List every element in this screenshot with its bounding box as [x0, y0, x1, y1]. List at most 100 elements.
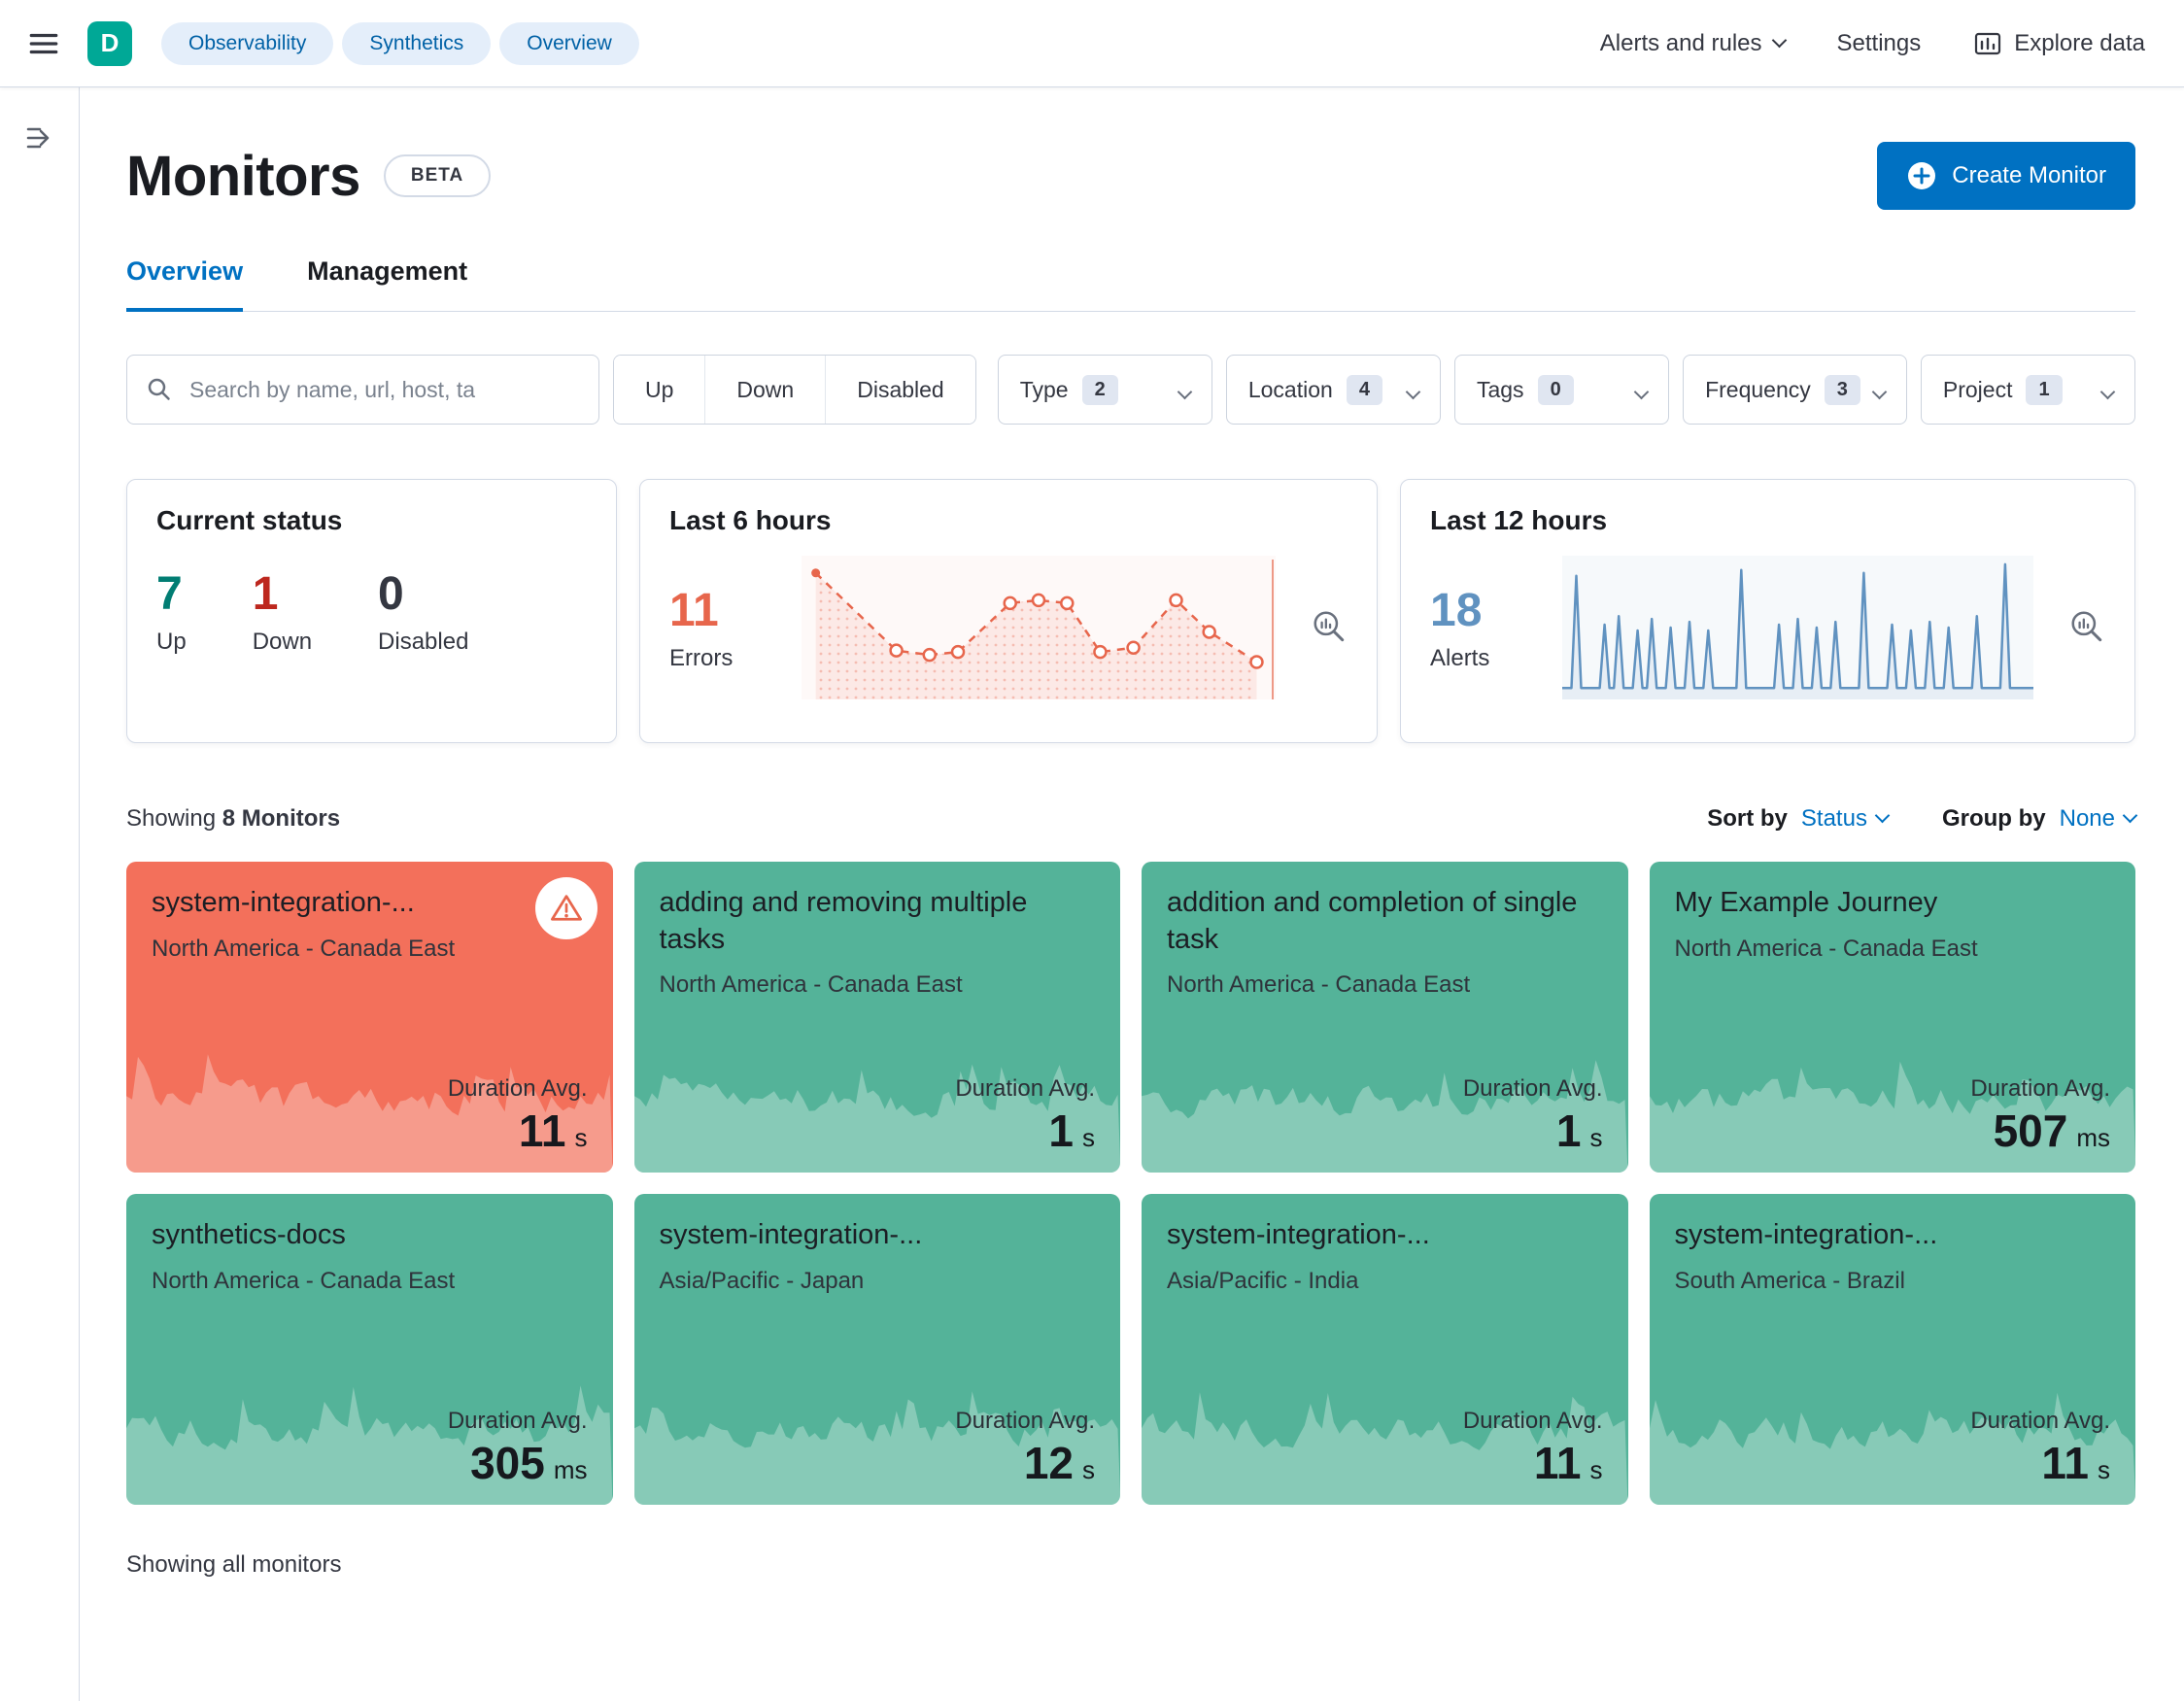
- chevron-down-icon: [1871, 384, 1888, 399]
- monitor-card[interactable]: My Example Journey North America - Canada…: [1649, 862, 2135, 1173]
- menu-icon: [29, 33, 58, 53]
- alerts-label: Alerts: [1430, 644, 1490, 671]
- monitor-card[interactable]: addition and completion of single task No…: [1142, 862, 1628, 1173]
- tab-overview[interactable]: Overview: [126, 256, 244, 312]
- tab-management[interactable]: Management: [307, 256, 467, 311]
- last-12-hours-card: Last 12 hours 18 Alerts: [1400, 479, 2135, 743]
- filter-row: UpDownDisabled Type2Location4Tags0Freque…: [126, 355, 2136, 425]
- filter-count-badge: 2: [1081, 374, 1118, 405]
- monitor-duration: Duration Avg. 11 s: [1463, 1408, 1603, 1489]
- duration-unit: ms: [2076, 1123, 2110, 1152]
- monitor-location: Asia/Pacific - India: [1167, 1267, 1359, 1294]
- duration-value: 507: [1993, 1106, 2068, 1156]
- create-monitor-label: Create Monitor: [1952, 162, 2106, 188]
- expand-nav-icon: [26, 127, 49, 149]
- monitor-name: synthetics-docs: [152, 1219, 346, 1250]
- breadcrumb-item-synthetics[interactable]: Synthetics: [342, 21, 492, 65]
- monitor-location: North America - Canada East: [152, 1267, 456, 1294]
- filter-dropdowns: Type 2 Location 4 Tags 0 Frequency 3 Project 1: [997, 355, 2136, 425]
- explore-data-icon: [1975, 32, 2001, 54]
- expand-nav-button[interactable]: [17, 115, 63, 164]
- duration-unit: s: [1082, 1455, 1095, 1484]
- monitor-duration: Duration Avg. 305 ms: [448, 1408, 588, 1489]
- breadcrumb-item-observability[interactable]: Observability: [161, 21, 334, 65]
- status-filter-down[interactable]: Down: [704, 356, 826, 424]
- monitor-location: North America - Canada East: [659, 971, 963, 999]
- duration-avg-label: Duration Avg.: [1462, 1075, 1603, 1102]
- monitor-name: addition and completion of single task: [1167, 887, 1578, 955]
- hamburger-menu-icon[interactable]: [14, 14, 74, 74]
- monitor-duration: Duration Avg. 1 s: [1463, 1075, 1603, 1157]
- inspect-errors-button[interactable]: [1311, 608, 1348, 648]
- filter-type[interactable]: Type 2: [997, 355, 1212, 425]
- filter-project[interactable]: Project 1: [1920, 355, 2136, 425]
- duration-avg-label: Duration Avg.: [1970, 1408, 2110, 1434]
- space-avatar[interactable]: D: [87, 20, 132, 66]
- duration-avg-label: Duration Avg.: [1970, 1075, 2110, 1102]
- filter-count-badge: 0: [1537, 374, 1574, 405]
- settings-link[interactable]: Settings: [1837, 30, 1922, 57]
- errors-label: Errors: [669, 644, 734, 671]
- filter-location[interactable]: Location 4: [1225, 355, 1441, 425]
- group-by-control: Group by None: [1942, 805, 2138, 833]
- monitor-card[interactable]: system-integration-... Asia/Pacific - Jap…: [633, 1194, 1120, 1505]
- duration-avg-label: Duration Avg.: [955, 1075, 1095, 1102]
- synthetics-monitors-app: D Observability Synthetics Overview Alerts…: [0, 0, 2184, 1701]
- monitor-duration: Duration Avg. 11 s: [1970, 1408, 2110, 1489]
- top-bar: D Observability Synthetics Overview Alerts…: [0, 0, 2184, 87]
- breadcrumb-item-overview[interactable]: Overview: [499, 21, 639, 65]
- status-filter-up[interactable]: Up: [614, 356, 705, 424]
- filter-tags[interactable]: Tags 0: [1453, 355, 1670, 425]
- monitor-duration: Duration Avg. 12 s: [955, 1408, 1095, 1489]
- monitor-location: North America - Canada East: [152, 935, 456, 962]
- monitor-name: adding and removing multiple tasks: [659, 887, 1028, 955]
- errors-value: 11: [669, 584, 719, 636]
- inspect-icon: [1314, 610, 1345, 641]
- duration-unit: s: [1589, 1455, 1603, 1484]
- page-title: Monitors: [126, 144, 360, 208]
- monitor-card[interactable]: system-integration-... Asia/Pacific - Ind…: [1142, 1194, 1628, 1505]
- monitor-name: system-integration-...: [152, 887, 415, 918]
- sort-by-select[interactable]: Status: [1801, 805, 1891, 833]
- top-right-nav: Alerts and rules Settings Explore data: [1600, 29, 2145, 58]
- duration-unit: s: [574, 1123, 588, 1152]
- duration-avg-label: Duration Avg.: [1462, 1408, 1603, 1434]
- sort-by-label: Sort by: [1707, 805, 1788, 832]
- filter-frequency[interactable]: Frequency 3: [1683, 355, 1907, 425]
- chevron-down-icon: [1177, 384, 1193, 399]
- duration-value: 11: [2041, 1438, 2089, 1488]
- monitor-card[interactable]: adding and removing multiple tasks North …: [633, 862, 1120, 1173]
- alerts-and-rules-menu[interactable]: Alerts and rules: [1599, 29, 1787, 57]
- explore-data-link[interactable]: Explore data: [1973, 29, 2145, 58]
- status-filter-disabled[interactable]: Disabled: [825, 356, 975, 424]
- monitor-card[interactable]: synthetics-docs North America - Canada Ea…: [126, 1194, 613, 1505]
- inspect-icon: [2071, 610, 2102, 641]
- alerts-metric: 18 Alerts: [1430, 584, 1537, 672]
- duration-unit: s: [1589, 1123, 1603, 1152]
- monitor-card[interactable]: system-integration-... North America - Ca…: [126, 862, 613, 1173]
- monitor-card[interactable]: system-integration-... South America - Br…: [1649, 1194, 2135, 1505]
- monitor-location: North America - Canada East: [1674, 935, 1978, 962]
- duration-avg-label: Duration Avg.: [447, 1408, 588, 1434]
- chevron-down-icon: [1405, 384, 1421, 399]
- status-metric-disabled: 0 Disabled: [378, 568, 469, 655]
- search-icon: [148, 378, 170, 400]
- search-input[interactable]: [126, 355, 599, 425]
- last-12-hours-title: Last 12 hours: [1430, 505, 1608, 535]
- duration-value: 12: [1023, 1438, 1074, 1488]
- filter-count-badge: 1: [2026, 374, 2063, 405]
- plus-in-circle-icon: [1908, 162, 1936, 189]
- warning-triangle-icon: [550, 895, 582, 921]
- current-status-items: 7 Up 1 Down 0 Disabled: [156, 567, 587, 656]
- inspect-alerts-button[interactable]: [2068, 608, 2105, 648]
- group-by-select[interactable]: None: [2060, 805, 2138, 833]
- create-monitor-button[interactable]: Create Monitor: [1877, 142, 2135, 210]
- stats-row: Current status 7 Up 1 Down 0 Disabled Last 6 …: [126, 479, 2135, 743]
- duration-unit: s: [1082, 1123, 1095, 1152]
- chevron-down-icon: [1771, 32, 1787, 48]
- search-field-wrap: [126, 355, 599, 425]
- chevron-down-icon: [2122, 807, 2138, 824]
- alerts-and-rules-label: Alerts and rules: [1599, 29, 1762, 56]
- monitor-name: system-integration-...: [659, 1219, 923, 1250]
- breadcrumb: Observability Synthetics Overview: [161, 21, 639, 65]
